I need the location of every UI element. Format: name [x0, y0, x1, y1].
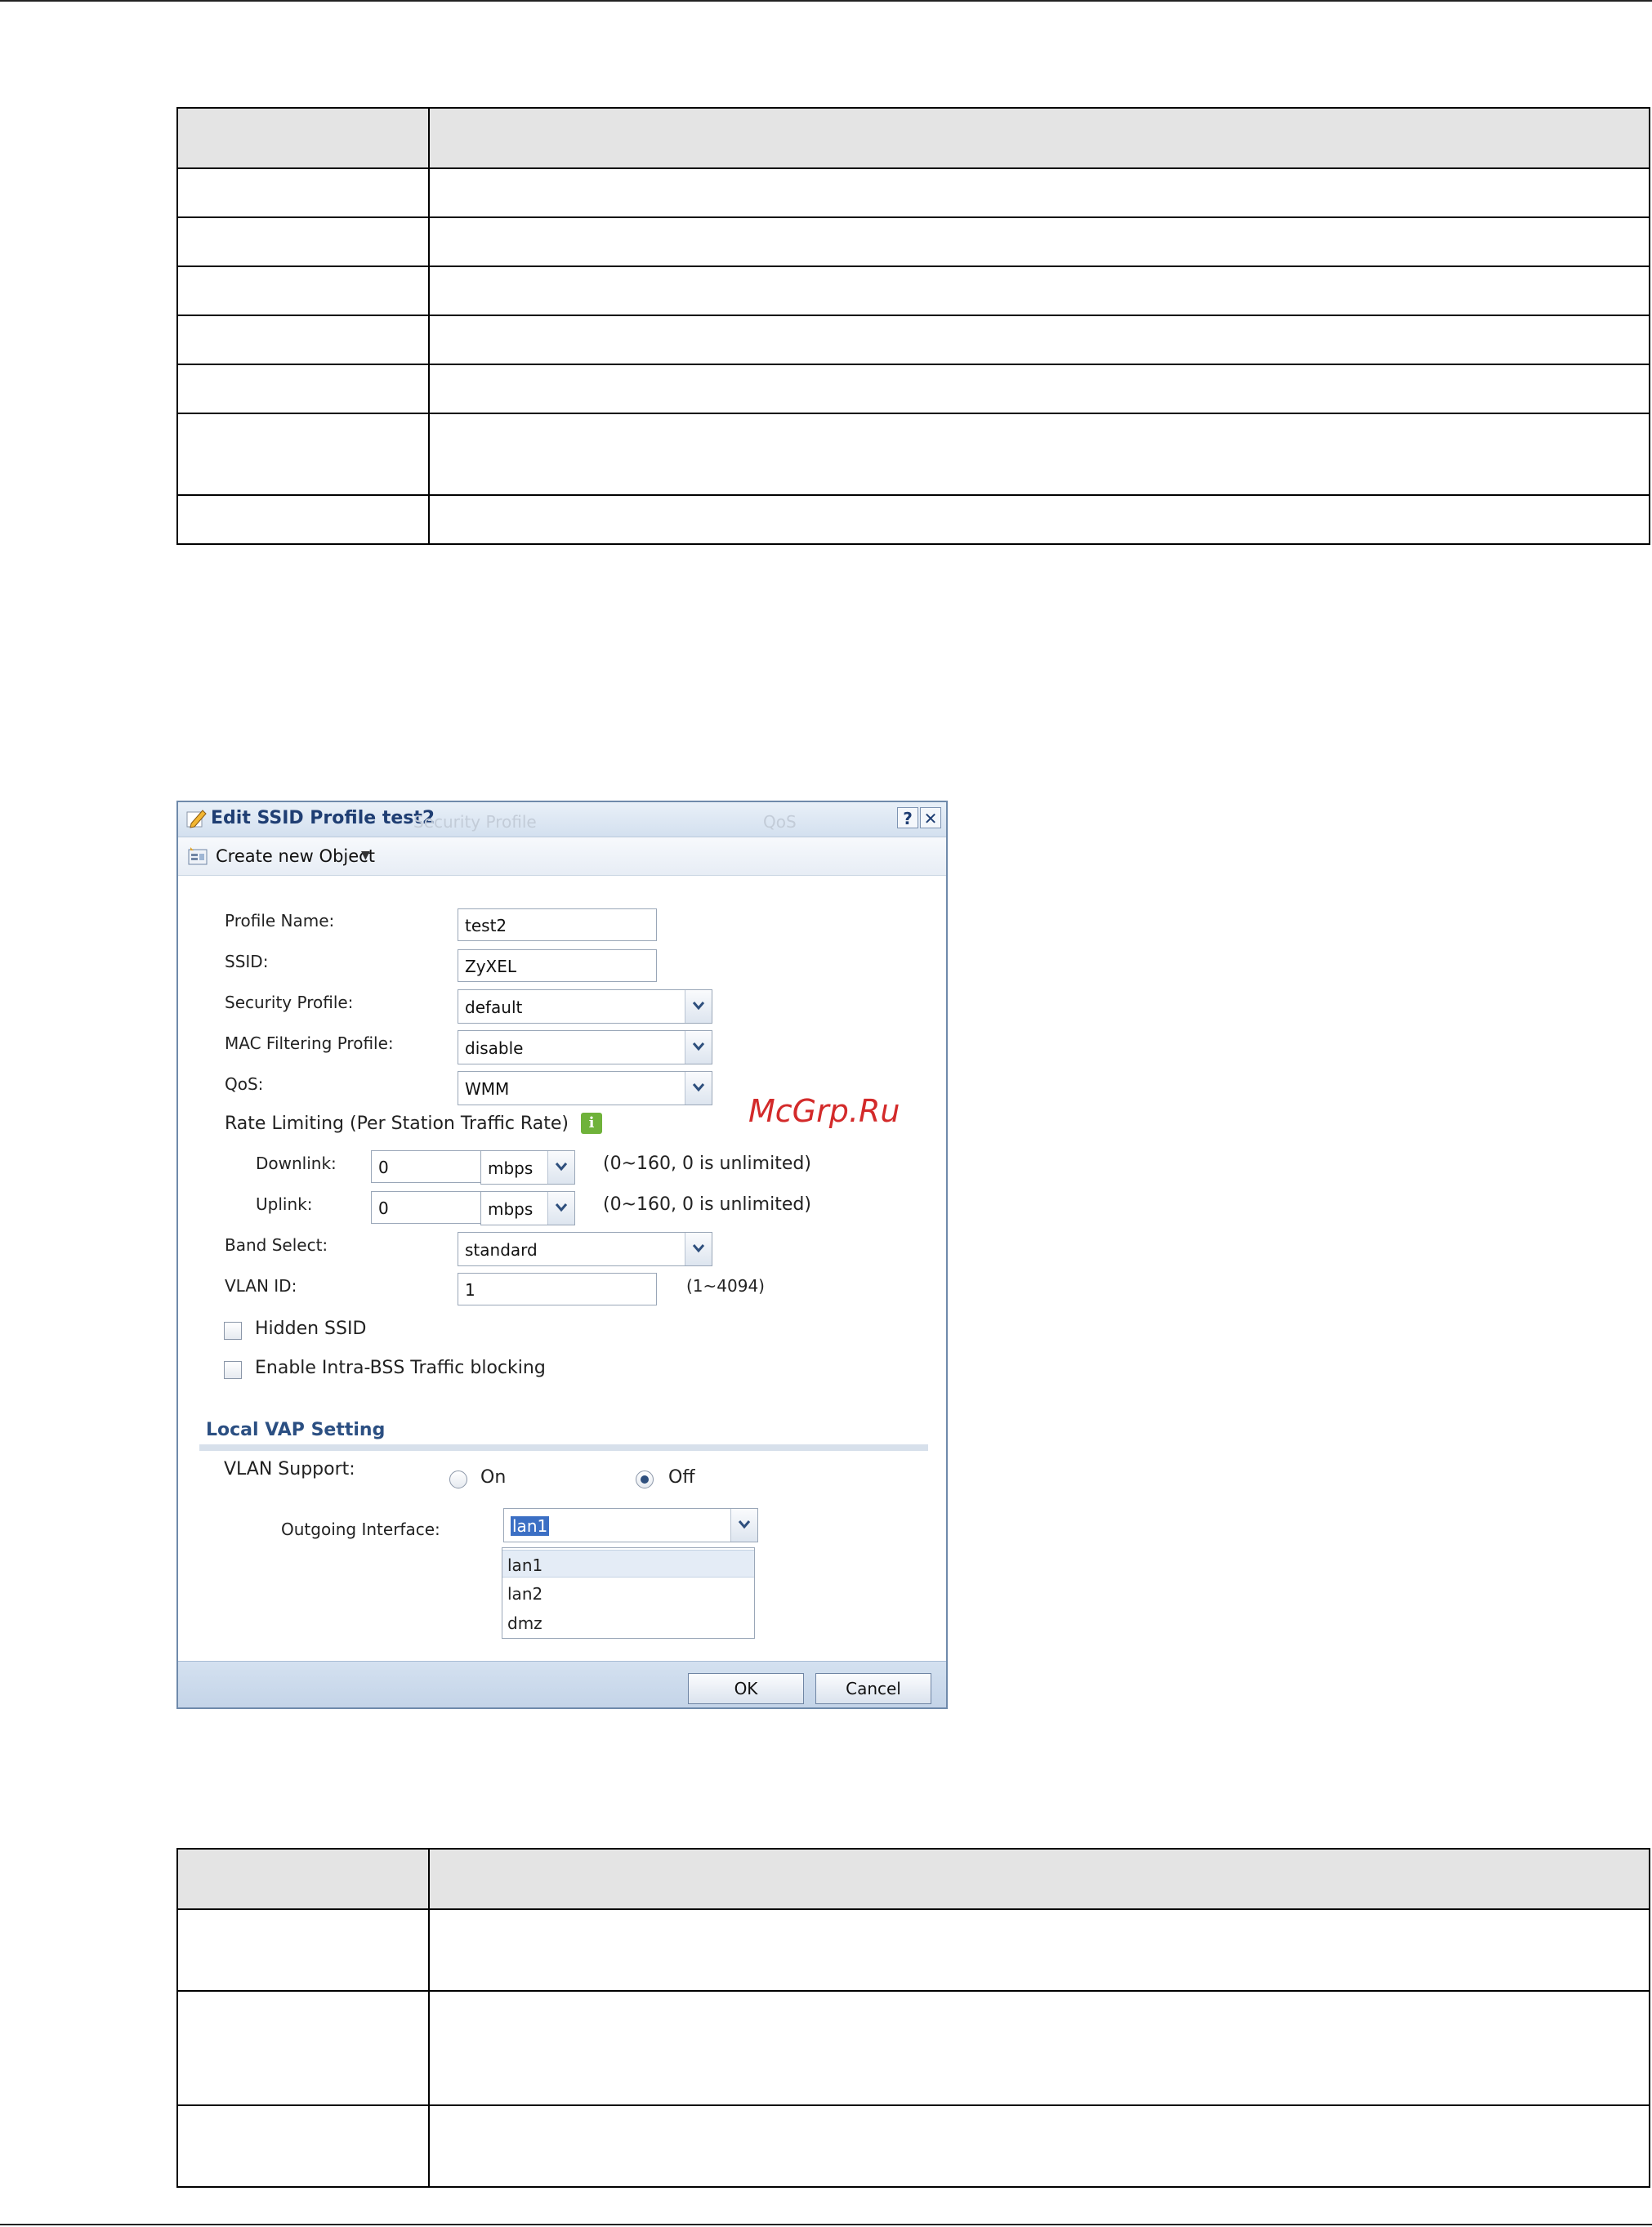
hidden-ssid-checkbox[interactable]: [224, 1322, 242, 1340]
info-icon[interactable]: i: [581, 1113, 602, 1134]
chevron-down-icon: [730, 1509, 757, 1542]
chevron-down-icon: [547, 1151, 574, 1184]
create-new-object-menu[interactable]: Create new Object: [216, 846, 375, 866]
qos-select[interactable]: WMM: [458, 1071, 712, 1105]
table-row: [176, 1990, 1650, 2106]
profile-name-label: Profile Name:: [225, 911, 335, 931]
ssid-input[interactable]: ZyXEL: [458, 949, 657, 982]
vlan-support-on-label: On: [480, 1467, 507, 1488]
outgoing-interface-select[interactable]: lan1: [503, 1508, 758, 1542]
top-page-rule: [0, 0, 1652, 2]
band-select-label: Band Select:: [225, 1235, 328, 1255]
local-vap-section-title: Local VAP Setting: [206, 1420, 386, 1440]
table-row: [176, 494, 1650, 545]
ghost-tab-security-profile: Security Profile: [413, 812, 537, 832]
uplink-input[interactable]: 0: [371, 1191, 490, 1224]
create-object-icon: [188, 847, 208, 865]
outgoing-interface-dropdown: lan1 lan2 dmz: [502, 1547, 755, 1639]
ok-button[interactable]: OK: [688, 1673, 804, 1704]
profile-name-input[interactable]: test2: [458, 908, 657, 941]
dialog-title: Edit SSID Profile test2: [211, 808, 435, 828]
table-row: [176, 216, 1650, 267]
ssid-label: SSID:: [225, 952, 269, 971]
top-table: [176, 107, 1650, 545]
outgoing-interface-label: Outgoing Interface:: [281, 1520, 440, 1539]
radio-selected-dot: [641, 1475, 649, 1484]
rate-limiting-label: Rate Limiting (Per Station Traffic Rate): [225, 1114, 569, 1134]
uplink-label: Uplink:: [256, 1194, 313, 1214]
vlan-support-label: VLAN Support:: [224, 1459, 355, 1479]
qos-label: QoS:: [225, 1074, 264, 1094]
dialog-toolbar: Create new Object ▼: [178, 837, 946, 876]
mac-filtering-profile-value: disable: [465, 1038, 524, 1058]
downlink-input[interactable]: 0: [371, 1150, 490, 1183]
chevron-down-icon: ▼: [361, 849, 370, 862]
downlink-unit-value: mbps: [488, 1158, 534, 1178]
downlink-range-hint: (0~160, 0 is unlimited): [603, 1154, 811, 1174]
vlan-id-input[interactable]: 1: [458, 1273, 657, 1305]
edit-pencil-icon: [186, 810, 207, 828]
chevron-down-icon: [685, 1072, 712, 1105]
edit-ssid-profile-dialog: Edit SSID Profile test2 Security Profile…: [176, 801, 948, 1709]
chevron-down-icon: [685, 990, 712, 1023]
vlan-support-off-label: Off: [668, 1467, 695, 1488]
vlan-id-label: VLAN ID:: [225, 1276, 297, 1296]
dropdown-option-lan1[interactable]: lan1: [502, 1550, 754, 1578]
security-profile-label: Security Profile:: [225, 993, 354, 1012]
vlan-support-off-radio[interactable]: [636, 1471, 654, 1488]
downlink-unit-select[interactable]: mbps: [480, 1150, 575, 1185]
vlan-id-range-hint: (1~4094): [686, 1276, 765, 1296]
qos-value: WMM: [465, 1079, 510, 1099]
downlink-label: Downlink:: [256, 1154, 337, 1173]
table-row: [176, 167, 1650, 218]
band-select-select[interactable]: standard: [458, 1232, 712, 1266]
intra-bss-checkbox[interactable]: [224, 1361, 242, 1379]
table-row: [176, 413, 1650, 496]
intra-bss-label: Enable Intra-BSS Traffic blocking: [255, 1358, 546, 1378]
table-row: [176, 2104, 1650, 2188]
table-row: [176, 1908, 1650, 1992]
outgoing-interface-value: lan1: [511, 1516, 550, 1536]
chevron-down-icon: [547, 1192, 574, 1225]
band-select-value: standard: [465, 1240, 538, 1260]
vlan-support-on-radio[interactable]: [449, 1471, 467, 1488]
bottom-page-rule: [0, 2224, 1652, 2225]
watermark: McGrp.Ru: [748, 1093, 900, 1129]
uplink-unit-value: mbps: [488, 1199, 534, 1219]
help-button[interactable]: ?: [897, 807, 918, 828]
cancel-button[interactable]: Cancel: [815, 1673, 931, 1704]
close-button[interactable]: ✕: [920, 807, 941, 828]
dropdown-option-dmz[interactable]: dmz: [502, 1609, 754, 1636]
security-profile-value: default: [465, 997, 523, 1017]
bottom-table: [176, 1848, 1650, 2188]
table-header-row: [176, 1848, 1650, 1910]
table-header-row: [176, 107, 1650, 169]
uplink-unit-select[interactable]: mbps: [480, 1191, 575, 1225]
uplink-range-hint: (0~160, 0 is unlimited): [603, 1194, 811, 1215]
chevron-down-icon: [685, 1233, 712, 1265]
dialog-titlebar: Edit SSID Profile test2 Security Profile…: [178, 802, 946, 837]
mac-filtering-profile-select[interactable]: disable: [458, 1030, 712, 1064]
ghost-tab-qos: QoS: [763, 812, 797, 832]
hidden-ssid-label: Hidden SSID: [255, 1319, 367, 1339]
chevron-down-icon: [685, 1031, 712, 1064]
table-row: [176, 315, 1650, 365]
section-divider: [199, 1444, 928, 1451]
outgoing-interface-selected-text: lan1: [511, 1516, 550, 1536]
table-row: [176, 364, 1650, 414]
security-profile-select[interactable]: default: [458, 989, 712, 1024]
dropdown-option-lan2[interactable]: lan2: [502, 1579, 754, 1607]
table-row: [176, 266, 1650, 316]
dialog-footer: OK Cancel: [178, 1661, 946, 1707]
mac-filtering-profile-label: MAC Filtering Profile:: [225, 1033, 394, 1053]
